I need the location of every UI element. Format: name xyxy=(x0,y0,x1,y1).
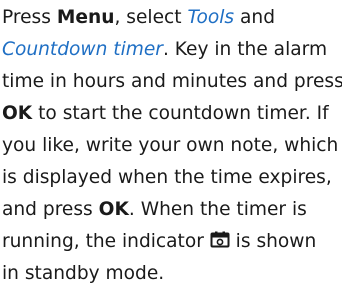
text-line-2: Countdown timer. Key in the alarm xyxy=(2,34,338,66)
ok-key-label: OK xyxy=(98,199,129,220)
text-line-7: and press OK. When the timer is xyxy=(2,194,338,226)
ok-key-label: OK xyxy=(2,103,33,124)
menu-key-label: Menu xyxy=(56,7,115,28)
text-line-4: OK to start the countdown timer. If xyxy=(2,98,338,130)
text-line-6: is displayed when the time expires, xyxy=(2,162,338,194)
text-segment: . Key in the alarm xyxy=(162,39,328,60)
countdown-timer-link: Countdown timer xyxy=(2,39,163,60)
text-segment: , select xyxy=(114,7,188,28)
text-segment: in standby mode. xyxy=(2,263,165,284)
countdown-timer-indicator-icon xyxy=(210,231,230,248)
text-segment: you like, write your own note, which xyxy=(2,135,339,156)
text-segment: . When the timer is xyxy=(128,199,307,220)
text-line-3: time in hours and minutes and press xyxy=(2,66,342,98)
text-segment: is displayed when the time expires, xyxy=(2,167,332,188)
text-segment: is shown xyxy=(229,231,317,252)
text-segment: Press xyxy=(2,7,57,28)
instruction-paragraph: Press Menu, select Tools and Countdown t… xyxy=(2,2,342,290)
text-line-1: Press Menu, select Tools and xyxy=(2,2,338,34)
tools-menu-link: Tools xyxy=(187,7,235,28)
text-segment: running, the indicator xyxy=(2,231,210,252)
text-segment: and press xyxy=(2,199,99,220)
text-line-5: you like, write your own note, which xyxy=(2,130,338,162)
text-segment: time in hours and minutes and press xyxy=(2,71,342,92)
text-segment: and xyxy=(234,7,276,28)
text-segment: to start the countdown timer. If xyxy=(32,103,329,124)
text-line-8: running, the indicator is shown xyxy=(2,226,338,258)
